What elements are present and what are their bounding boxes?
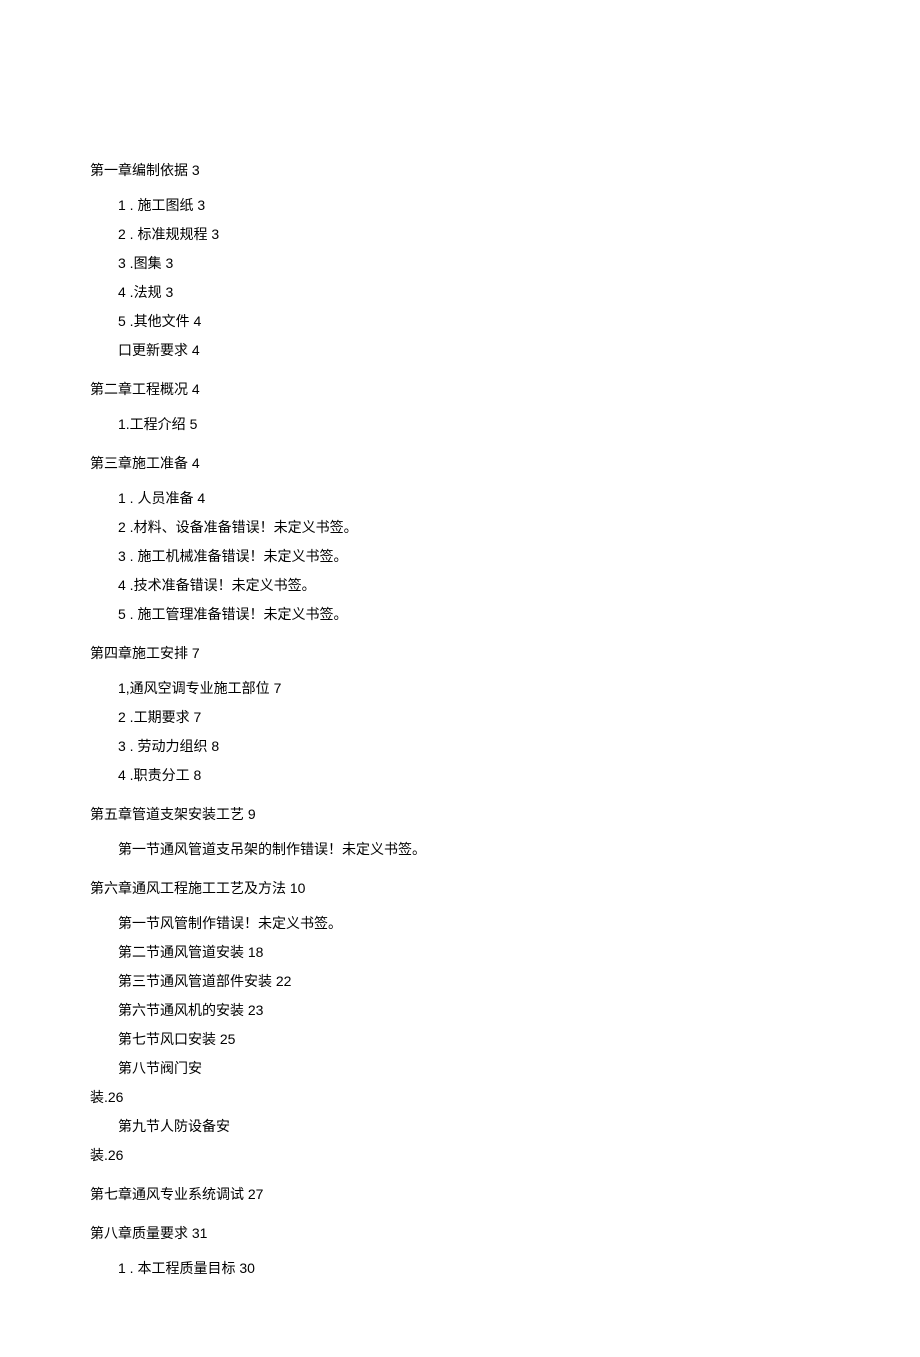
toc-container: 第一章编制依据 3 1 . 施工图纸 3 2 . 标准规规程 3 3 .图集 3… <box>90 160 830 1279</box>
chapter-2: 第二章工程概况 4 1.工程介绍 5 <box>90 379 830 435</box>
chapter-4-item-3: 3 . 劳动力组织 8 <box>90 736 830 757</box>
chapter-1-item-5: 5 .其他文件 4 <box>90 311 830 332</box>
chapter-6-item-6: 第八节阀门安 <box>90 1058 830 1079</box>
chapter-6-continuation-1: 装.26 <box>90 1087 830 1108</box>
chapter-5-item-1: 第一节通风管道支吊架的制作错误！未定义书签。 <box>90 839 830 860</box>
chapter-1-item-3: 3 .图集 3 <box>90 253 830 274</box>
chapter-1-item-2: 2 . 标准规规程 3 <box>90 224 830 245</box>
chapter-1-title: 第一章编制依据 3 <box>90 160 830 181</box>
chapter-6-item-5: 第七节风口安装 25 <box>90 1029 830 1050</box>
chapter-3-title: 第三章施工准备 4 <box>90 453 830 474</box>
chapter-8-item-1: 1 . 本工程质量目标 30 <box>90 1258 830 1279</box>
chapter-4-item-1: 1,通风空调专业施工部位 7 <box>90 678 830 699</box>
chapter-6-item-2: 第二节通风管道安装 18 <box>90 942 830 963</box>
chapter-1-item-6: 口更新要求 4 <box>90 340 830 361</box>
chapter-6-item-7: 第九节人防设备安 <box>90 1116 830 1137</box>
chapter-5-title: 第五章管道支架安装工艺 9 <box>90 804 830 825</box>
chapter-4: 第四章施工安排 7 1,通风空调专业施工部位 7 2 .工期要求 7 3 . 劳… <box>90 643 830 786</box>
chapter-2-title: 第二章工程概况 4 <box>90 379 830 400</box>
chapter-8-title: 第八章质量要求 31 <box>90 1223 830 1244</box>
chapter-3-item-4: 4 .技术准备错误！未定义书签。 <box>90 575 830 596</box>
chapter-7-title: 第七章通风专业系统调试 27 <box>90 1184 830 1205</box>
chapter-5: 第五章管道支架安装工艺 9 第一节通风管道支吊架的制作错误！未定义书签。 <box>90 804 830 860</box>
chapter-3-item-3: 3 . 施工机械准备错误！未定义书签。 <box>90 546 830 567</box>
chapter-6-item-3: 第三节通风管道部件安装 22 <box>90 971 830 992</box>
chapter-3: 第三章施工准备 4 1 . 人员准备 4 2 .材料、设备准备错误！未定义书签。… <box>90 453 830 625</box>
chapter-6: 第六章通风工程施工工艺及方法 10 第一节风管制作错误！未定义书签。 第二节通风… <box>90 878 830 1166</box>
chapter-6-item-4: 第六节通风机的安装 23 <box>90 1000 830 1021</box>
chapter-8: 第八章质量要求 31 1 . 本工程质量目标 30 <box>90 1223 830 1279</box>
chapter-3-item-2: 2 .材料、设备准备错误！未定义书签。 <box>90 517 830 538</box>
chapter-3-item-1: 1 . 人员准备 4 <box>90 488 830 509</box>
chapter-2-item-1: 1.工程介绍 5 <box>90 414 830 435</box>
chapter-6-continuation-2: 装.26 <box>90 1145 830 1166</box>
chapter-1-item-4: 4 .法规 3 <box>90 282 830 303</box>
chapter-1-item-1: 1 . 施工图纸 3 <box>90 195 830 216</box>
chapter-6-item-1: 第一节风管制作错误！未定义书签。 <box>90 913 830 934</box>
chapter-3-item-5: 5 . 施工管理准备错误！未定义书签。 <box>90 604 830 625</box>
chapter-4-title: 第四章施工安排 7 <box>90 643 830 664</box>
chapter-4-item-4: 4 .职责分工 8 <box>90 765 830 786</box>
chapter-1: 第一章编制依据 3 1 . 施工图纸 3 2 . 标准规规程 3 3 .图集 3… <box>90 160 830 361</box>
chapter-4-item-2: 2 .工期要求 7 <box>90 707 830 728</box>
chapter-6-title: 第六章通风工程施工工艺及方法 10 <box>90 878 830 899</box>
chapter-7: 第七章通风专业系统调试 27 <box>90 1184 830 1205</box>
